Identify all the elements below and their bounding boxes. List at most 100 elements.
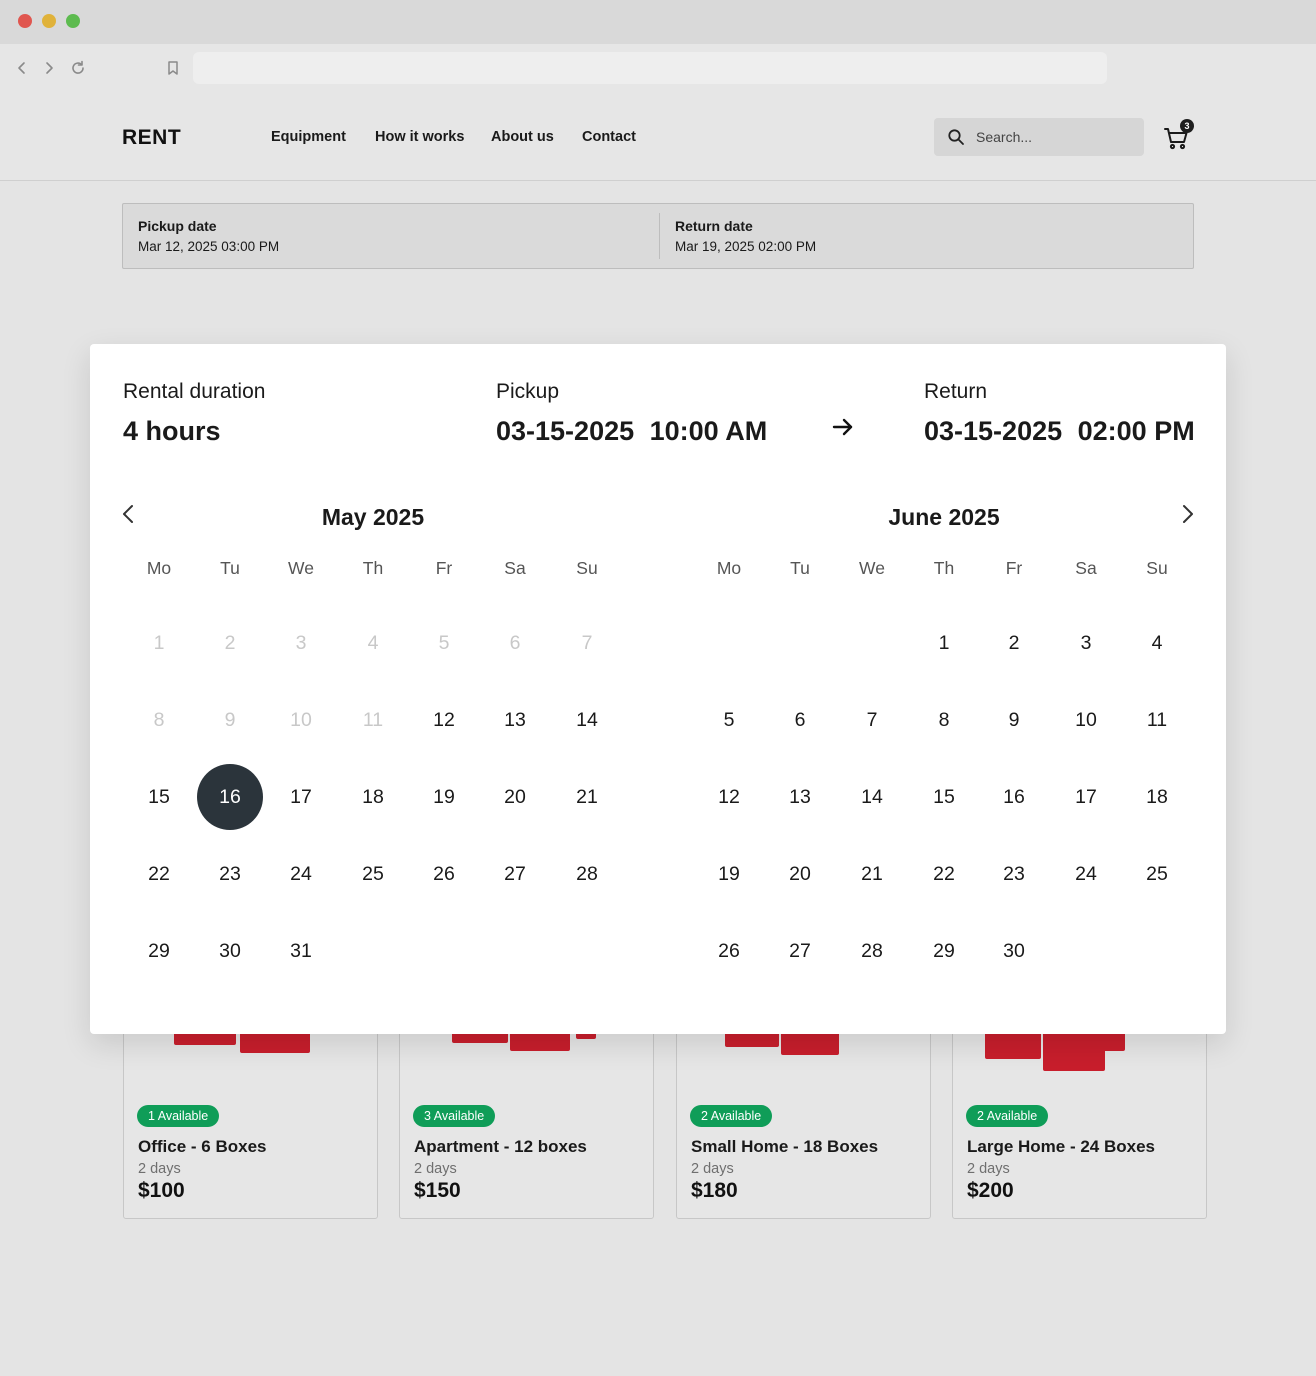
site-logo[interactable]: RENT bbox=[122, 126, 181, 150]
weekday-label: Fr bbox=[1005, 558, 1023, 578]
calendar-day[interactable]: 27 bbox=[767, 918, 833, 984]
calendar-day[interactable]: 7 bbox=[839, 687, 905, 753]
calendar-day[interactable]: 24 bbox=[268, 841, 334, 907]
calendar-day[interactable]: 21 bbox=[839, 841, 905, 907]
close-window-button[interactable] bbox=[18, 14, 32, 28]
calendar-day[interactable]: 6 bbox=[767, 687, 833, 753]
search-input[interactable] bbox=[976, 118, 1136, 156]
calendar-day[interactable]: 23 bbox=[981, 841, 1047, 907]
nav-link-how-it-works[interactable]: How it works bbox=[375, 129, 464, 145]
weekday-label: Tu bbox=[220, 558, 240, 578]
calendar-day[interactable]: 22 bbox=[911, 841, 977, 907]
calendar-day: 5 bbox=[438, 632, 450, 654]
calendar-day[interactable]: 8 bbox=[911, 687, 977, 753]
calendar-day[interactable]: 31 bbox=[268, 918, 334, 984]
calendar-day[interactable]: 17 bbox=[268, 764, 334, 830]
calendar-day[interactable]: 12 bbox=[411, 687, 477, 753]
cart-button[interactable]: 3 bbox=[1163, 119, 1194, 152]
product-title[interactable]: Large Home - 24 Boxes bbox=[967, 1137, 1155, 1157]
product-card[interactable]: 3 Available Apartment - 12 boxes 2 days … bbox=[399, 1020, 654, 1219]
calendar-day[interactable]: 14 bbox=[839, 764, 905, 830]
calendar-day[interactable]: 15 bbox=[911, 764, 977, 830]
product-duration: 2 days bbox=[691, 1161, 734, 1177]
calendar-day[interactable]: 3 bbox=[1053, 610, 1119, 676]
bookmark-icon[interactable] bbox=[163, 58, 183, 78]
previous-month-button[interactable] bbox=[117, 502, 141, 526]
calendar-day[interactable]: 4 bbox=[1124, 610, 1190, 676]
maximize-window-button[interactable] bbox=[66, 14, 80, 28]
calendar-day[interactable]: 1 bbox=[911, 610, 977, 676]
calendar-day[interactable]: 30 bbox=[981, 918, 1047, 984]
weekday-label: Fr bbox=[435, 558, 453, 578]
product-title[interactable]: Small Home - 18 Boxes bbox=[691, 1137, 878, 1157]
chevron-right-icon bbox=[1183, 505, 1193, 523]
calendar-day[interactable]: 18 bbox=[340, 764, 406, 830]
calendar-day[interactable]: 30 bbox=[197, 918, 263, 984]
calendar-day[interactable]: 18 bbox=[1124, 764, 1190, 830]
nav-link-contact[interactable]: Contact bbox=[582, 129, 636, 145]
calendar-day[interactable]: 17 bbox=[1053, 764, 1119, 830]
calendar-day[interactable]: 20 bbox=[767, 841, 833, 907]
forward-icon[interactable] bbox=[39, 58, 59, 78]
calendar-day[interactable]: 23 bbox=[197, 841, 263, 907]
calendar-day: 8 bbox=[153, 709, 165, 731]
weekday-label: Sa bbox=[1075, 558, 1097, 578]
availability-badge: 3 Available bbox=[413, 1105, 496, 1127]
calendar-day[interactable]: 13 bbox=[767, 764, 833, 830]
calendar-day[interactable]: 11 bbox=[1124, 687, 1190, 753]
return-label: Return bbox=[924, 380, 988, 403]
calendar-day[interactable]: 21 bbox=[554, 764, 620, 830]
return-date-label: Return date bbox=[675, 218, 753, 234]
product-title[interactable]: Office - 6 Boxes bbox=[138, 1137, 267, 1157]
calendar-day[interactable]: 9 bbox=[981, 687, 1047, 753]
calendar-day[interactable]: 15 bbox=[126, 764, 192, 830]
calendar-day[interactable]: 26 bbox=[411, 841, 477, 907]
pickup-datetime[interactable]: 03-15-2025 10:00 AM bbox=[496, 416, 767, 447]
calendar-day[interactable]: 16 bbox=[981, 764, 1047, 830]
calendar-day[interactable]: 10 bbox=[1053, 687, 1119, 753]
calendar-day[interactable]: 25 bbox=[1124, 841, 1190, 907]
product-price: $100 bbox=[138, 1179, 185, 1202]
calendar-day[interactable]: 29 bbox=[126, 918, 192, 984]
product-card[interactable]: 1 Available Office - 6 Boxes 2 days $100 bbox=[123, 1020, 378, 1219]
reload-icon[interactable] bbox=[68, 58, 88, 78]
calendar-day[interactable]: 5 bbox=[696, 687, 762, 753]
availability-badge: 2 Available bbox=[690, 1105, 773, 1127]
calendar-day: 1 bbox=[153, 632, 165, 654]
calendar-day[interactable]: 12 bbox=[696, 764, 762, 830]
return-datetime[interactable]: 03-15-2025 02:00 PM bbox=[924, 416, 1195, 447]
rental-duration-value: 4 hours bbox=[123, 416, 221, 446]
calendar-day[interactable]: 29 bbox=[911, 918, 977, 984]
nav-link-equipment[interactable]: Equipment bbox=[271, 129, 346, 145]
month-title-may: May 2025 bbox=[321, 504, 425, 530]
calendar-day[interactable]: 13 bbox=[482, 687, 548, 753]
product-title[interactable]: Apartment - 12 boxes bbox=[414, 1137, 587, 1157]
calendar-day[interactable]: 14 bbox=[554, 687, 620, 753]
calendar-day[interactable]: 20 bbox=[482, 764, 548, 830]
site-header: RENT Equipment How it works About us Con… bbox=[0, 93, 1316, 181]
calendar-day: 2 bbox=[224, 632, 236, 654]
next-month-button[interactable] bbox=[1175, 502, 1199, 526]
calendar-day[interactable]: 2 bbox=[981, 610, 1047, 676]
calendar-day-selected[interactable]: 16 bbox=[197, 764, 263, 830]
product-card[interactable]: 2 Available Small Home - 18 Boxes 2 days… bbox=[676, 1020, 931, 1219]
back-icon[interactable] bbox=[12, 58, 32, 78]
calendar-day[interactable]: 25 bbox=[340, 841, 406, 907]
nav-link-about-us[interactable]: About us bbox=[491, 129, 554, 145]
return-date-value: Mar 19, 2025 02:00 PM bbox=[675, 239, 817, 254]
calendar-day[interactable]: 27 bbox=[482, 841, 548, 907]
return-date-field[interactable]: Return date Mar 19, 2025 02:00 PM bbox=[659, 213, 1193, 259]
calendar-day[interactable]: 24 bbox=[1053, 841, 1119, 907]
calendar-day[interactable]: 26 bbox=[696, 918, 762, 984]
product-card[interactable]: 2 Available Large Home - 24 Boxes 2 days… bbox=[952, 1020, 1207, 1219]
minimize-window-button[interactable] bbox=[42, 14, 56, 28]
calendar-day[interactable]: 19 bbox=[411, 764, 477, 830]
return-date: 03-15-2025 bbox=[924, 416, 1063, 446]
rental-duration-label: Rental duration bbox=[123, 380, 266, 403]
calendar-day[interactable]: 19 bbox=[696, 841, 762, 907]
address-bar[interactable] bbox=[193, 52, 1107, 84]
calendar-day[interactable]: 28 bbox=[839, 918, 905, 984]
calendar-day[interactable]: 22 bbox=[126, 841, 192, 907]
pickup-date-field[interactable]: Pickup date Mar 12, 2025 03:00 PM bbox=[123, 204, 659, 268]
calendar-day[interactable]: 28 bbox=[554, 841, 620, 907]
